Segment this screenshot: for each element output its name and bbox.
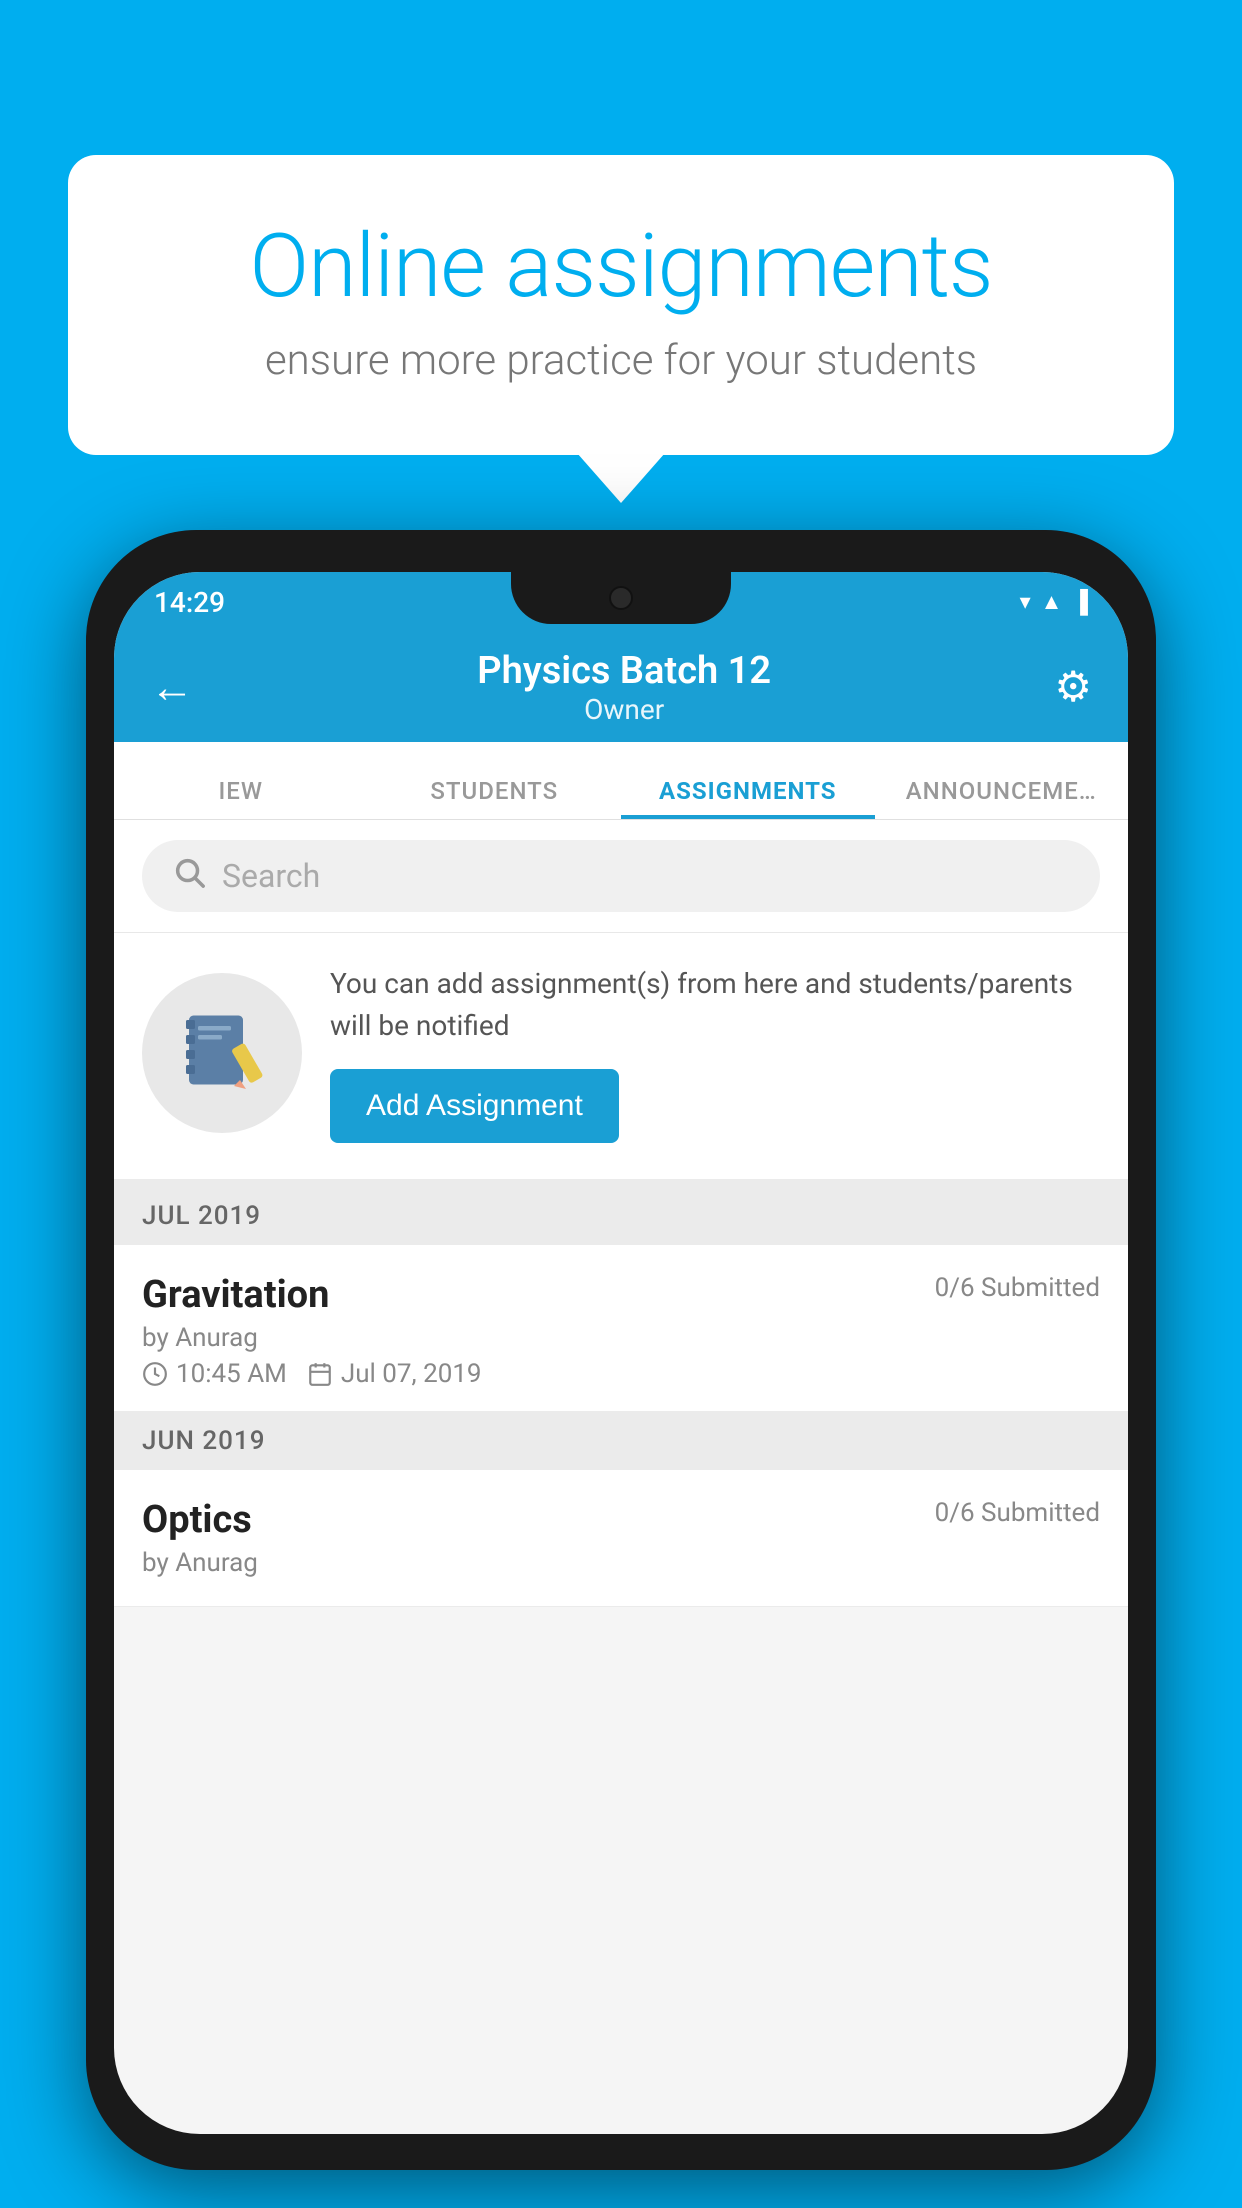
- speech-bubble-container: Online assignments ensure more practice …: [68, 155, 1174, 455]
- clock-icon: [142, 1361, 168, 1387]
- assignment-name-gravitation: Gravitation: [142, 1273, 329, 1317]
- meta-date-gravitation: Jul 07, 2019: [307, 1359, 482, 1389]
- search-icon: [172, 855, 206, 898]
- status-icons: ▾ ▲ ▐: [1020, 589, 1088, 615]
- tab-iew[interactable]: IEW: [114, 777, 368, 819]
- assignment-submitted-optics: 0/6 Submitted: [935, 1498, 1100, 1528]
- search-placeholder: Search: [222, 857, 320, 895]
- search-container: Search: [114, 820, 1128, 933]
- phone-screen: 14:29 ▾ ▲ ▐ ← Physics Batch 12 Owner ⚙ I…: [114, 572, 1128, 2134]
- wifi-icon: ▾: [1020, 590, 1031, 615]
- signal-icon: ▲: [1041, 589, 1063, 615]
- tab-assignments[interactable]: ASSIGNMENTS: [621, 777, 875, 819]
- header-subtitle: Owner: [477, 693, 771, 726]
- tabs-bar: IEW STUDENTS ASSIGNMENTS ANNOUNCEME…: [114, 742, 1128, 820]
- assignment-time-gravitation: 10:45 AM: [176, 1359, 287, 1389]
- add-assignment-promo: You can add assignment(s) from here and …: [114, 933, 1128, 1187]
- header-center: Physics Batch 12 Owner: [477, 649, 771, 726]
- section-header-jul: JUL 2019: [114, 1187, 1128, 1245]
- speech-bubble-title: Online assignments: [148, 215, 1094, 318]
- assignment-item-gravitation[interactable]: Gravitation 0/6 Submitted by Anurag 10:4…: [114, 1245, 1128, 1412]
- assignment-row-top: Gravitation 0/6 Submitted: [142, 1273, 1100, 1317]
- phone-notch: [511, 572, 731, 624]
- search-bar[interactable]: Search: [142, 840, 1100, 912]
- speech-bubble-subtitle: ensure more practice for your students: [148, 336, 1094, 385]
- assignment-name-optics: Optics: [142, 1498, 252, 1542]
- speech-bubble: Online assignments ensure more practice …: [68, 155, 1174, 455]
- app-header: ← Physics Batch 12 Owner ⚙: [114, 632, 1128, 742]
- camera-dot: [609, 586, 633, 610]
- settings-button[interactable]: ⚙: [1054, 662, 1092, 712]
- tab-announcements[interactable]: ANNOUNCEME…: [875, 777, 1129, 819]
- notebook-icon: [177, 1008, 267, 1098]
- promo-description: You can add assignment(s) from here and …: [330, 963, 1100, 1047]
- assignment-item-optics[interactable]: Optics 0/6 Submitted by Anurag: [114, 1470, 1128, 1607]
- screen-content: 14:29 ▾ ▲ ▐ ← Physics Batch 12 Owner ⚙ I…: [114, 572, 1128, 2134]
- assignment-author-gravitation: by Anurag: [142, 1323, 1100, 1353]
- phone-frame: 14:29 ▾ ▲ ▐ ← Physics Batch 12 Owner ⚙ I…: [86, 530, 1156, 2170]
- meta-time-gravitation: 10:45 AM: [142, 1359, 287, 1389]
- battery-icon: ▐: [1072, 589, 1088, 615]
- back-button[interactable]: ←: [150, 661, 194, 713]
- add-assignment-button[interactable]: Add Assignment: [330, 1069, 619, 1143]
- assignment-meta-gravitation: 10:45 AM Jul 07, 2019: [142, 1359, 1100, 1389]
- assignment-row-top-optics: Optics 0/6 Submitted: [142, 1498, 1100, 1542]
- header-title: Physics Batch 12: [477, 649, 771, 693]
- assignment-author-optics: by Anurag: [142, 1548, 1100, 1578]
- status-time: 14:29: [154, 586, 225, 619]
- assignment-submitted-gravitation: 0/6 Submitted: [935, 1273, 1100, 1303]
- calendar-icon: [307, 1361, 333, 1387]
- promo-icon-circle: [142, 973, 302, 1133]
- promo-content: You can add assignment(s) from here and …: [330, 963, 1100, 1143]
- section-header-jun: JUN 2019: [114, 1412, 1128, 1470]
- tab-students[interactable]: STUDENTS: [368, 777, 622, 819]
- assignment-date-gravitation: Jul 07, 2019: [341, 1359, 482, 1389]
